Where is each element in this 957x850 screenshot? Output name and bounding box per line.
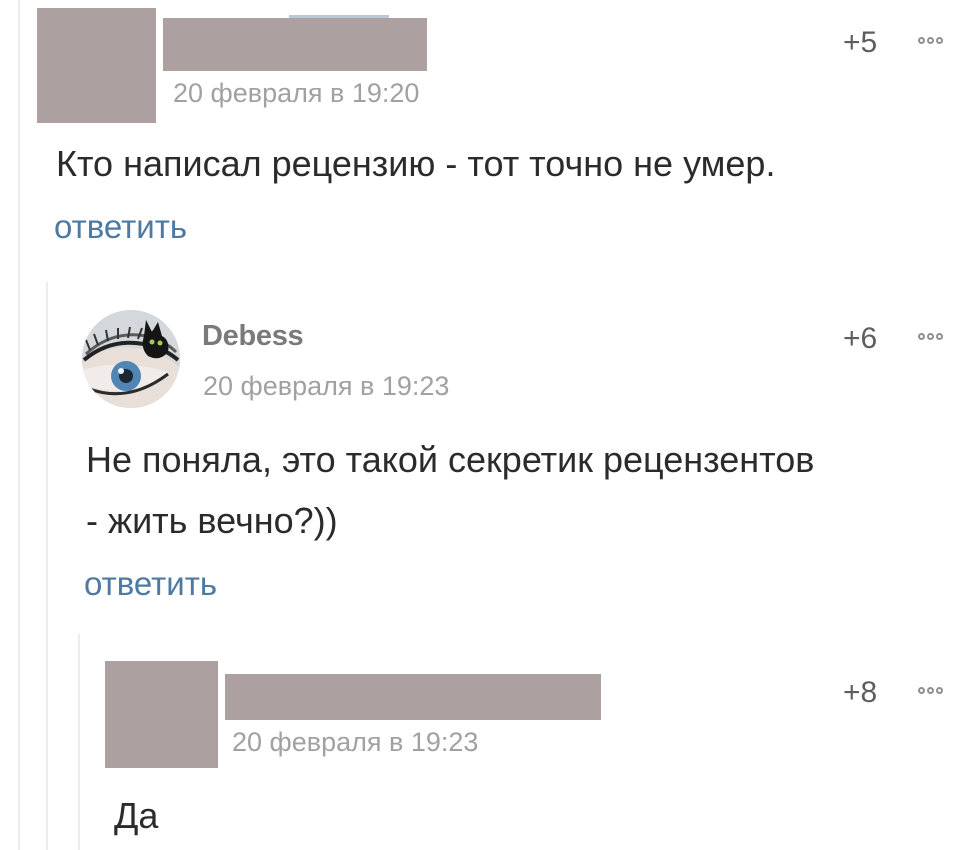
avatar-redacted[interactable] xyxy=(105,661,218,768)
comment-text: Да xyxy=(114,785,158,846)
author-name-redacted[interactable] xyxy=(225,674,601,720)
comment-rating: +8 xyxy=(843,676,878,709)
more-options-icon[interactable] xyxy=(918,687,943,694)
comment-3: 20 февраля в 19:23 +8 Да xyxy=(0,0,957,850)
comment-date: 20 февраля в 19:23 xyxy=(232,727,479,757)
comment-text-line: Да xyxy=(114,795,159,836)
